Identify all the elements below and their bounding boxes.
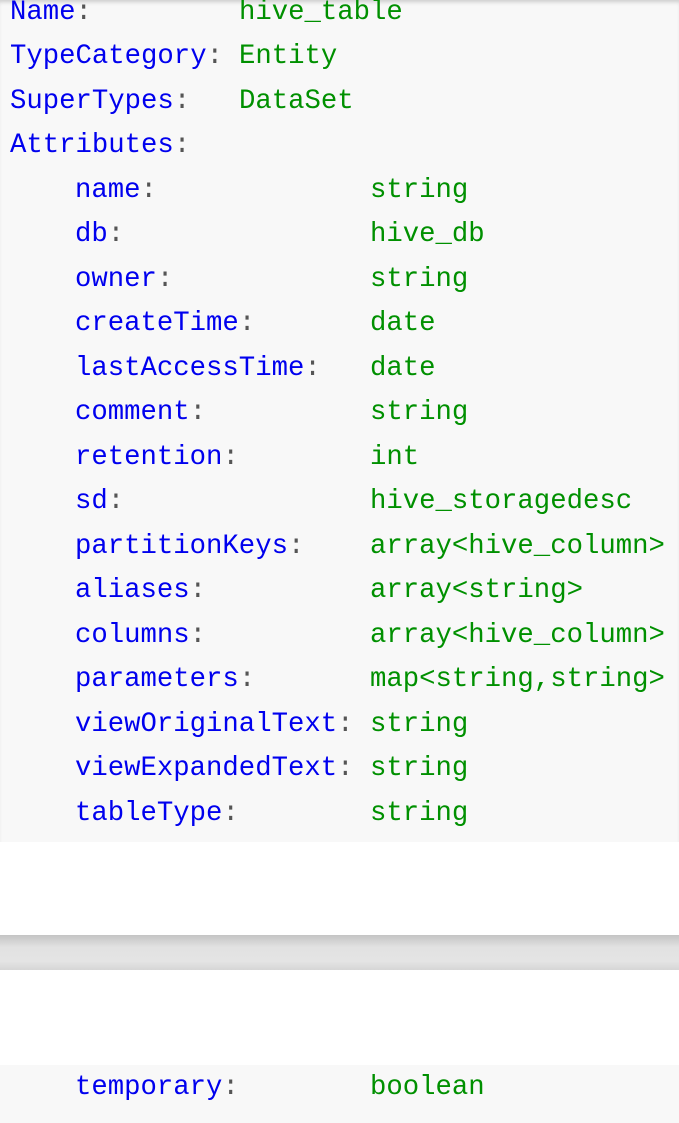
- attribute-key: comment:: [75, 391, 206, 436]
- colon: :: [75, 0, 92, 28]
- attribute-key: viewExpandedText:: [75, 747, 353, 792]
- colon: :: [189, 397, 207, 429]
- key-text: TypeCategory: [10, 41, 207, 73]
- divider-bar: [0, 935, 679, 970]
- colon: :: [107, 219, 125, 251]
- key-text: createTime: [75, 308, 239, 340]
- attribute-key: SuperTypes:: [10, 80, 190, 125]
- colon: :: [337, 753, 354, 785]
- attribute-key: lastAccessTime:: [75, 347, 321, 392]
- colon: :: [304, 352, 321, 384]
- attribute-type: array<hive_column>: [370, 619, 665, 651]
- key-text: lastAccessTime: [75, 352, 305, 384]
- key-text: owner: [75, 263, 157, 295]
- key-text: sd: [75, 486, 108, 518]
- colon: :: [222, 1072, 239, 1103]
- colon: :: [222, 441, 239, 473]
- colon: :: [238, 308, 256, 340]
- key-text: SuperTypes: [10, 85, 174, 117]
- attribute-type: string: [370, 708, 469, 740]
- colon: :: [337, 708, 354, 740]
- attribute-key: name:: [75, 169, 157, 214]
- key-text: comment: [75, 397, 190, 429]
- colon: :: [156, 263, 174, 295]
- attribute-key: temporary:: [75, 1066, 239, 1111]
- attribute-type: boolean: [370, 1072, 485, 1103]
- key-text: columns: [75, 619, 190, 651]
- attribute-key: aliases:: [75, 569, 206, 614]
- attribute-key: Attributes:: [10, 124, 190, 169]
- attribute-type: string: [370, 797, 469, 829]
- attribute-type: date: [370, 308, 436, 340]
- attribute-type: int: [370, 441, 420, 473]
- attribute-key: retention:: [75, 436, 239, 481]
- colon: :: [206, 41, 223, 73]
- attribute-type: string: [370, 753, 469, 785]
- attribute-key: columns:: [75, 614, 206, 659]
- attribute-type: string: [370, 263, 469, 295]
- attribute-key: parameters:: [75, 658, 255, 703]
- attribute-type: Entity: [239, 41, 338, 73]
- colon: :: [238, 664, 256, 696]
- colon: :: [107, 486, 125, 518]
- key-text: Attributes: [10, 130, 174, 162]
- attribute-key: partitionKeys:: [75, 525, 304, 570]
- key-text: Name: [10, 0, 76, 28]
- colon: :: [140, 174, 157, 206]
- attribute-type: date: [370, 352, 436, 384]
- attribute-type: string: [370, 397, 469, 429]
- attribute-type: array<string>: [370, 575, 583, 607]
- attribute-type: hive_db: [370, 219, 485, 251]
- attribute-key: db:: [75, 213, 124, 258]
- colon: :: [189, 619, 207, 651]
- attribute-key: tableType:: [75, 792, 239, 837]
- key-text: partitionKeys: [75, 530, 288, 562]
- attribute-type: hive_storagedesc: [370, 486, 633, 518]
- attribute-key: viewOriginalText:: [75, 703, 353, 748]
- key-text: db: [75, 219, 108, 251]
- attribute-type: hive_table: [239, 0, 403, 28]
- key-text: temporary: [75, 1072, 223, 1103]
- attribute-key: createTime:: [75, 302, 255, 347]
- key-text: viewExpandedText: [75, 753, 338, 785]
- colon: :: [173, 85, 191, 117]
- colon: :: [287, 530, 305, 562]
- colon: :: [173, 130, 191, 162]
- key-text: parameters: [75, 664, 239, 696]
- attribute-key: owner:: [75, 258, 173, 303]
- attribute-type: map<string,string>: [370, 664, 665, 696]
- attribute-key: sd:: [75, 480, 124, 525]
- key-text: viewOriginalText: [75, 708, 338, 740]
- attribute-key: TypeCategory:: [10, 35, 223, 80]
- attribute-key: Name:: [10, 0, 92, 35]
- key-text: retention: [75, 441, 223, 473]
- attribute-type: string: [370, 174, 469, 206]
- attribute-type: DataSet: [239, 85, 354, 117]
- attribute-type: array<hive_column>: [370, 530, 665, 562]
- colon: :: [189, 575, 207, 607]
- key-text: aliases: [75, 575, 190, 607]
- key-text: tableType: [75, 797, 223, 829]
- key-text: name: [75, 174, 141, 206]
- colon: :: [222, 797, 239, 829]
